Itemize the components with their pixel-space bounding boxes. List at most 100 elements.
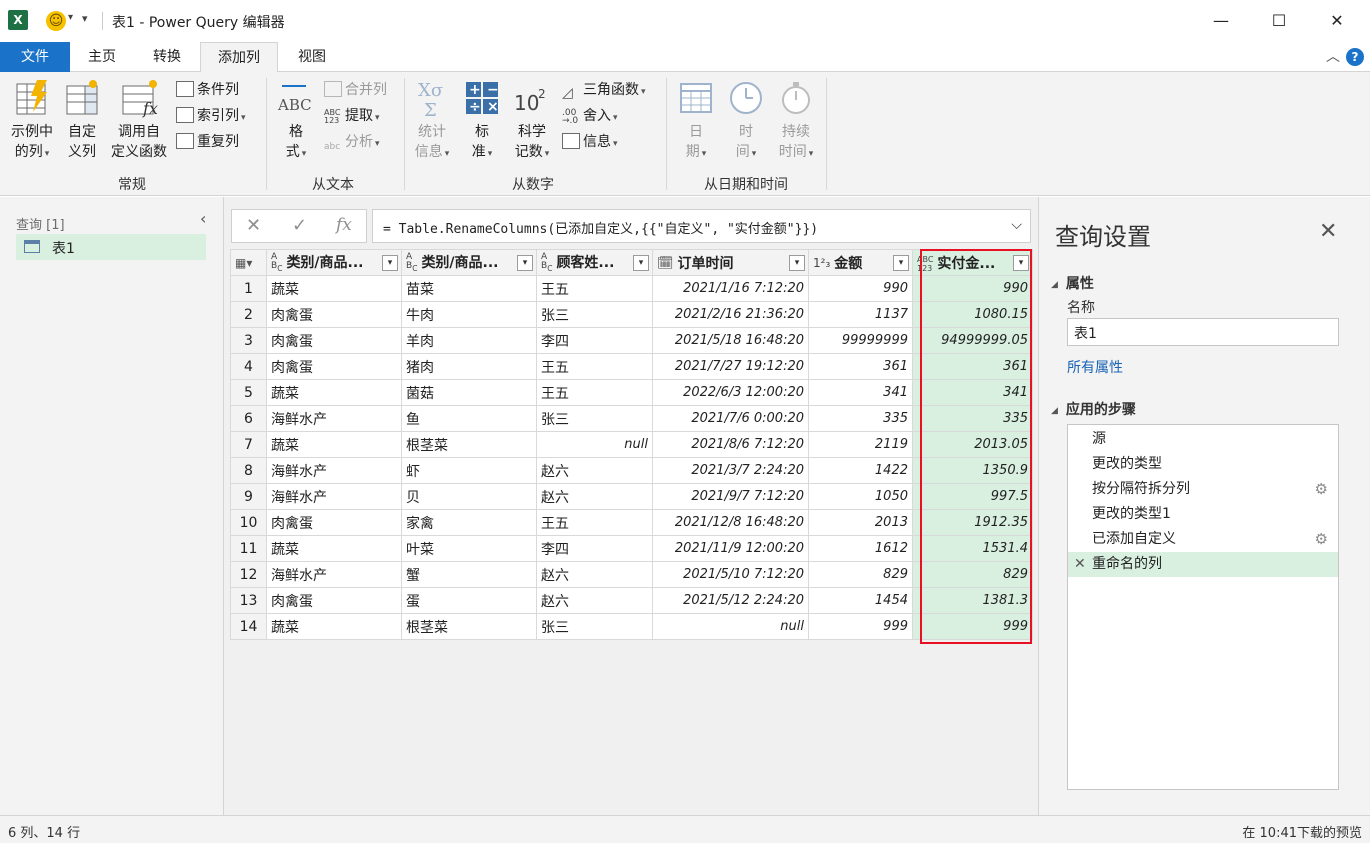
expand-formula-icon[interactable]: ⌵	[1011, 217, 1022, 233]
table-cell[interactable]: 2021/12/8 16:48:20	[652, 509, 809, 536]
row-number[interactable]: 7	[230, 431, 267, 458]
minimize-button[interactable]: —	[1198, 6, 1244, 36]
table-cell[interactable]: 341	[912, 379, 1033, 406]
tab-add-column[interactable]: 添加列	[200, 42, 278, 73]
table-cell[interactable]: 2013.05	[912, 431, 1033, 458]
table-cell[interactable]: 990	[808, 275, 913, 302]
index-column-button[interactable]: 索引列 ▾	[176, 105, 246, 127]
table-row[interactable]: 11 蔬菜 叶菜 李四 2021/11/9 12:00:20 1612 1531.4	[230, 535, 1033, 562]
table-cell[interactable]: 2021/5/12 2:24:20	[652, 587, 809, 614]
filter-dropdown-icon[interactable]: ▾	[789, 255, 805, 271]
trigonometry-button[interactable]: ◿ 三角函数 ▾	[562, 79, 646, 101]
table-cell[interactable]: 1912.35	[912, 509, 1033, 536]
table-row[interactable]: 10 肉禽蛋 家禽 王五 2021/12/8 16:48:20 2013 1912.35	[230, 509, 1033, 536]
table-cell[interactable]: 2021/5/18 16:48:20	[652, 327, 809, 354]
table-cell[interactable]: 2021/8/6 7:12:20	[652, 431, 809, 458]
merge-columns-button[interactable]: 合并列	[324, 79, 387, 101]
maximize-button[interactable]: ☐	[1256, 6, 1302, 36]
rounding-button[interactable]: .00 →.0 舍入 ▾	[562, 105, 618, 127]
table-row[interactable]: 13 肉禽蛋蛋赵六 2021/5/12 2:24:20 1454 1381.3	[230, 587, 1033, 614]
scientific-button[interactable]: 10 2 科学 记数 ▾	[508, 78, 556, 164]
table-cell[interactable]: 赵六	[536, 457, 653, 484]
applied-step[interactable]: ✕ 重命名的列	[1068, 552, 1338, 577]
applied-step[interactable]: 按分隔符拆分列 ⚙	[1068, 477, 1338, 502]
tab-transform[interactable]: 转换	[136, 42, 198, 72]
table-row[interactable]: 14 蔬菜 根茎菜 张三 null 999 999	[230, 613, 1033, 640]
format-button[interactable]: ABC 格 式 ▾	[274, 78, 318, 164]
table-cell[interactable]: 335	[808, 405, 913, 432]
table-cell[interactable]: 1454	[808, 587, 913, 614]
table-cell[interactable]: 蔬菜	[266, 535, 402, 562]
table-row[interactable]: 6 海鲜水产鱼张三 2021/7/6 0:00:20 335 335	[230, 405, 1033, 432]
table-cell[interactable]: 菌菇	[401, 379, 537, 406]
any-type-icon[interactable]: ABC 123	[917, 255, 933, 273]
table-cell[interactable]: 王五	[536, 509, 653, 536]
feedback-smile-icon[interactable]: ☺	[46, 11, 66, 31]
delete-step-icon[interactable]: ✕	[1074, 552, 1086, 577]
table-cell[interactable]: 张三	[536, 301, 653, 328]
table-cell[interactable]: 361	[808, 353, 913, 380]
table-cell[interactable]: 蔬菜	[266, 275, 402, 302]
standard-button[interactable]: + − ÷ × 标 准 ▾	[460, 78, 504, 164]
table-menu-icon[interactable]: ▦▾	[235, 256, 252, 270]
collapse-queries-icon[interactable]: ‹	[200, 209, 206, 228]
filter-dropdown-icon[interactable]: ▾	[893, 255, 909, 271]
table-cell[interactable]: 张三	[536, 405, 653, 432]
table-cell[interactable]: 94999999.05	[912, 327, 1033, 354]
table-cell[interactable]: 海鲜水产	[266, 483, 402, 510]
filter-dropdown-icon[interactable]: ▾	[1013, 255, 1029, 271]
table-cell[interactable]: 鱼	[401, 405, 537, 432]
time-button[interactable]: 时 间 ▾	[724, 78, 768, 164]
row-number[interactable]: 4	[230, 353, 267, 380]
close-window-button[interactable]: ✕	[1314, 6, 1360, 36]
table-cell[interactable]: 2021/11/9 12:00:20	[652, 535, 809, 562]
table-cell[interactable]: 1137	[808, 301, 913, 328]
applied-step[interactable]: 已添加自定义 ⚙	[1068, 527, 1338, 552]
row-number[interactable]: 12	[230, 561, 267, 588]
formula-text[interactable]: = Table.RenameColumns(已添加自定义,{{"自定义", "实…	[383, 218, 818, 237]
smile-dropdown-icon[interactable]: ▾	[68, 12, 73, 23]
applied-step[interactable]: 更改的类型1	[1068, 502, 1338, 527]
row-number[interactable]: 5	[230, 379, 267, 406]
custom-column-button[interactable]: 自定 义列	[62, 78, 102, 162]
table-row[interactable]: 3 肉禽蛋 羊肉 李四 2021/5/18 16:48:20 99999999 949999…	[230, 327, 1033, 354]
column-header-selected[interactable]: ABC 123 实付金... ▾	[912, 249, 1033, 276]
table-cell[interactable]: 1381.3	[912, 587, 1033, 614]
table-cell[interactable]: 肉禽蛋	[266, 509, 402, 536]
table-cell[interactable]: 王五	[536, 353, 653, 380]
table-cell[interactable]: null	[536, 431, 653, 458]
row-number[interactable]: 1	[230, 275, 267, 302]
table-cell[interactable]: 2021/7/27 19:12:20	[652, 353, 809, 380]
table-cell[interactable]: 家禽	[401, 509, 537, 536]
table-cell[interactable]: 肉禽蛋	[266, 353, 402, 380]
fx-icon[interactable]: fx	[336, 215, 352, 235]
table-cell[interactable]: null	[652, 613, 809, 640]
select-all-corner[interactable]: ▦▾	[230, 249, 267, 276]
table-row[interactable]: 7 蔬菜 根茎菜 null 2021/8/6 7:12:20 2119 2013.05	[230, 431, 1033, 458]
information-button[interactable]: 信息 ▾	[562, 131, 618, 153]
duration-button[interactable]: 持续 时间 ▾	[772, 78, 820, 164]
table-cell[interactable]: 99999999	[808, 327, 913, 354]
duplicate-column-button[interactable]: 重复列	[176, 131, 239, 153]
table-cell[interactable]: 赵六	[536, 483, 653, 510]
datetime-type-icon[interactable]: 🗓	[657, 257, 674, 270]
column-header[interactable]: 🗓 订单时间 ▾	[652, 249, 809, 276]
row-number[interactable]: 2	[230, 301, 267, 328]
row-number[interactable]: 3	[230, 327, 267, 354]
text-type-icon[interactable]: A BC	[271, 253, 282, 273]
table-cell[interactable]: 2021/7/6 0:00:20	[652, 405, 809, 432]
table-cell[interactable]: 1531.4	[912, 535, 1033, 562]
extract-button[interactable]: ABC 123 提取 ▾	[324, 105, 380, 127]
date-button[interactable]: 日 期 ▾	[674, 78, 718, 164]
table-cell[interactable]: 2022/6/3 12:00:20	[652, 379, 809, 406]
filter-dropdown-icon[interactable]: ▾	[517, 255, 533, 271]
table-cell[interactable]: 张三	[536, 613, 653, 640]
column-from-examples-button[interactable]: 示例中 的列 ▾	[6, 78, 58, 164]
statistics-button[interactable]: Xσ Σ 统计 信息 ▾	[410, 78, 454, 164]
table-cell[interactable]: 2021/1/16 7:12:20	[652, 275, 809, 302]
table-row[interactable]: 8 海鲜水产虾赵六 2021/3/7 2:24:20 1422 1350.9	[230, 457, 1033, 484]
table-cell[interactable]: 肉禽蛋	[266, 587, 402, 614]
conditional-column-button[interactable]: 条件列	[176, 79, 239, 101]
table-cell[interactable]: 赵六	[536, 561, 653, 588]
table-cell[interactable]: 苗菜	[401, 275, 537, 302]
